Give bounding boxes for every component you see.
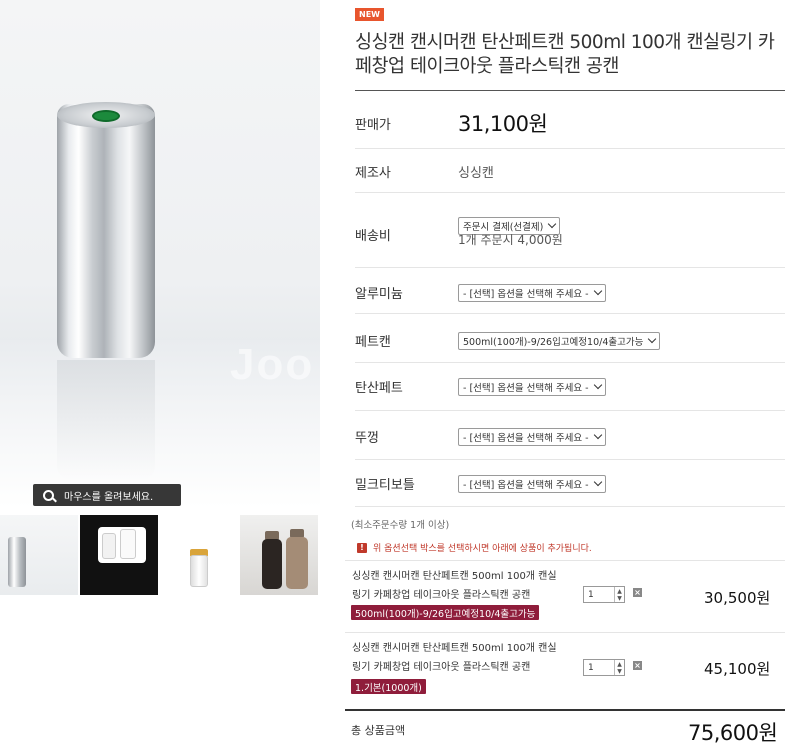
quantity-stepper[interactable]: 1 ▲ ▼ — [583, 659, 625, 676]
thumbnail-bottle-image — [102, 533, 116, 559]
option-label: 뚜껑 — [355, 431, 379, 446]
selected-item: 싱싱캔 캔시머캔 탄산페트캔 500ml 100개 캔실 링기 카페창업 테이크… — [345, 566, 785, 630]
divider — [355, 313, 785, 314]
shipping-note: 1개 주문시 4,000원 — [458, 233, 563, 247]
divider — [345, 560, 785, 561]
option-row-pet-can: 페트캔 500ml(100개)-9/26입고예정10/4출고가능 — [355, 331, 785, 350]
chevron-down-icon — [593, 286, 602, 296]
thumbnail-strip — [0, 515, 320, 595]
divider — [345, 632, 785, 633]
min-order-note: (최소주문수량 1개 이상) — [351, 520, 450, 531]
item-name-line: 링기 카페창업 테이크아웃 플라스틱캔 공캔 — [352, 590, 531, 601]
maker-value: 싱싱캔 — [458, 166, 494, 181]
option-row-milk-tea-bottle: 밀크티보틀 - [선택] 옵션을 선택해 주세요 - — [355, 474, 785, 493]
item-name-line: 싱싱캔 캔시머캔 탄산페트캔 500ml 100개 캔실 — [352, 643, 557, 654]
option-select-value: - [선택] 옵션을 선택해 주세요 - — [463, 382, 589, 394]
total-divider — [345, 709, 785, 711]
aluminum-can-image — [57, 104, 155, 358]
option-select-milk-tea-bottle[interactable]: - [선택] 옵션을 선택해 주세요 - — [458, 474, 606, 493]
chevron-down-icon — [593, 380, 602, 390]
alert-text: 위 옵션선택 박스를 선택하시면 아래에 상품이 추가됩니다. — [373, 544, 592, 554]
option-label: 밀크티보틀 — [355, 478, 415, 493]
quantity-arrows[interactable]: ▲ ▼ — [614, 660, 624, 675]
watermark-text: Joo — [230, 340, 315, 389]
quantity-value: 1 — [588, 589, 594, 600]
main-product-image[interactable]: Joo — [0, 0, 320, 508]
item-name: 싱싱캔 캔시머캔 탄산페트캔 500ml 100개 캔실 링기 카페창업 테이크… — [352, 567, 582, 605]
option-select-value: - [선택] 옵션을 선택해 주세요 - — [463, 432, 589, 444]
delete-icon[interactable]: × — [633, 661, 642, 670]
chevron-down-icon — [548, 219, 557, 229]
arrow-down-icon[interactable]: ▼ — [617, 595, 622, 602]
thumbnail-bottle-image — [120, 529, 136, 559]
chevron-down-icon — [593, 477, 602, 487]
arrow-up-icon[interactable]: ▲ — [617, 661, 622, 668]
delete-icon[interactable]: × — [633, 588, 642, 597]
can-reflection — [57, 360, 155, 480]
option-alert: ! 위 옵션선택 박스를 선택하시면 아래에 상품이 추가됩니다. — [357, 541, 592, 554]
divider — [355, 362, 785, 363]
arrow-up-icon[interactable]: ▲ — [617, 588, 622, 595]
quantity-value: 1 — [588, 662, 594, 673]
total-value: 75,600원 — [688, 721, 778, 745]
price-row: 판매가 31,100원 — [355, 108, 785, 138]
maker-label: 제조사 — [355, 166, 391, 181]
thumbnail-4[interactable] — [240, 515, 318, 595]
title-divider — [355, 90, 785, 91]
thumbnail-3[interactable] — [160, 515, 238, 595]
product-page: Joo 마우스를 올려보세요. NEW 싱싱캔 캔시머캔 탄산페트캔 500ml… — [0, 0, 785, 750]
thumbnail-bottle-image — [262, 539, 282, 589]
thumbnail-bottle-image — [286, 537, 308, 589]
price-label: 판매가 — [355, 117, 391, 133]
divider — [355, 267, 785, 268]
quantity-stepper[interactable]: 1 ▲ ▼ — [583, 586, 625, 603]
selected-item: 싱싱캔 캔시머캔 탄산페트캔 500ml 100개 캔실 링기 카페창업 테이크… — [345, 638, 785, 702]
divider — [355, 148, 785, 149]
price-value: 31,100원 — [458, 112, 548, 136]
alert-icon: ! — [357, 542, 367, 553]
option-select-lid[interactable]: - [선택] 옵션을 선택해 주세요 - — [458, 427, 606, 446]
item-amount: 45,100원 — [704, 660, 771, 678]
option-label: 알루미늄 — [355, 287, 403, 302]
option-row-lid: 뚜껑 - [선택] 옵션을 선택해 주세요 - — [355, 427, 785, 446]
item-name-line: 링기 카페창업 테이크아웃 플라스틱캔 공캔 — [352, 662, 531, 673]
divider — [355, 506, 785, 507]
option-row-carbonated-pet: 탄산페트 - [선택] 옵션을 선택해 주세요 - — [355, 377, 785, 396]
option-label: 페트캔 — [355, 335, 391, 350]
magnifier-icon — [43, 489, 54, 501]
option-select-pet-can[interactable]: 500ml(100개)-9/26입고예정10/4출고가능 — [458, 331, 661, 350]
thumbnail-can-image — [8, 537, 26, 587]
arrow-down-icon[interactable]: ▼ — [617, 668, 622, 675]
divider — [355, 192, 785, 193]
option-select-value: - [선택] 옵션을 선택해 주세요 - — [463, 479, 589, 491]
option-select-value: 500ml(100개)-9/26입고예정10/4출고가능 — [463, 336, 644, 348]
shipping-row: 배송비 주문시 결제(선결제) — [355, 207, 785, 244]
maker-row: 제조사 싱싱캔 — [355, 162, 785, 181]
product-title: 싱싱캔 캔시머캔 탄산페트캔 500ml 100개 캔실링기 카페창업 테이크아… — [355, 32, 775, 77]
divider — [355, 410, 785, 411]
shipping-label: 배송비 — [355, 229, 391, 244]
new-badge: NEW — [355, 8, 384, 21]
option-label: 탄산페트 — [355, 381, 403, 396]
thumbnail-1[interactable] — [0, 515, 78, 595]
option-row-aluminum: 알루미늄 - [선택] 옵션을 선택해 주세요 - — [355, 283, 785, 302]
item-amount: 30,500원 — [704, 589, 771, 607]
zoom-hint: 마우스를 올려보세요. — [33, 484, 181, 506]
option-select-value: - [선택] 옵션을 선택해 주세요 - — [463, 288, 589, 300]
total-label: 총 상품금액 — [351, 724, 406, 737]
chevron-down-icon — [593, 430, 602, 440]
item-option-tag: 500ml(100개)-9/26입고예정10/4출고가능 — [351, 605, 540, 620]
thumbnail-jar-image — [190, 555, 208, 587]
divider — [355, 459, 785, 460]
item-name-line: 싱싱캔 캔시머캔 탄산페트캔 500ml 100개 캔실 — [352, 571, 557, 582]
thumbnail-2[interactable] — [80, 515, 158, 595]
chevron-down-icon — [648, 334, 657, 344]
item-name: 싱싱캔 캔시머캔 탄산페트캔 500ml 100개 캔실 링기 카페창업 테이크… — [352, 639, 582, 677]
zoom-hint-label: 마우스를 올려보세요. — [64, 491, 154, 503]
option-select-aluminum[interactable]: - [선택] 옵션을 선택해 주세요 - — [458, 283, 606, 302]
can-tab-image — [92, 110, 120, 122]
item-option-tag: 1.기본(1000개) — [351, 679, 426, 694]
quantity-arrows[interactable]: ▲ ▼ — [614, 587, 624, 602]
option-select-carbonated-pet[interactable]: - [선택] 옵션을 선택해 주세요 - — [458, 377, 606, 396]
